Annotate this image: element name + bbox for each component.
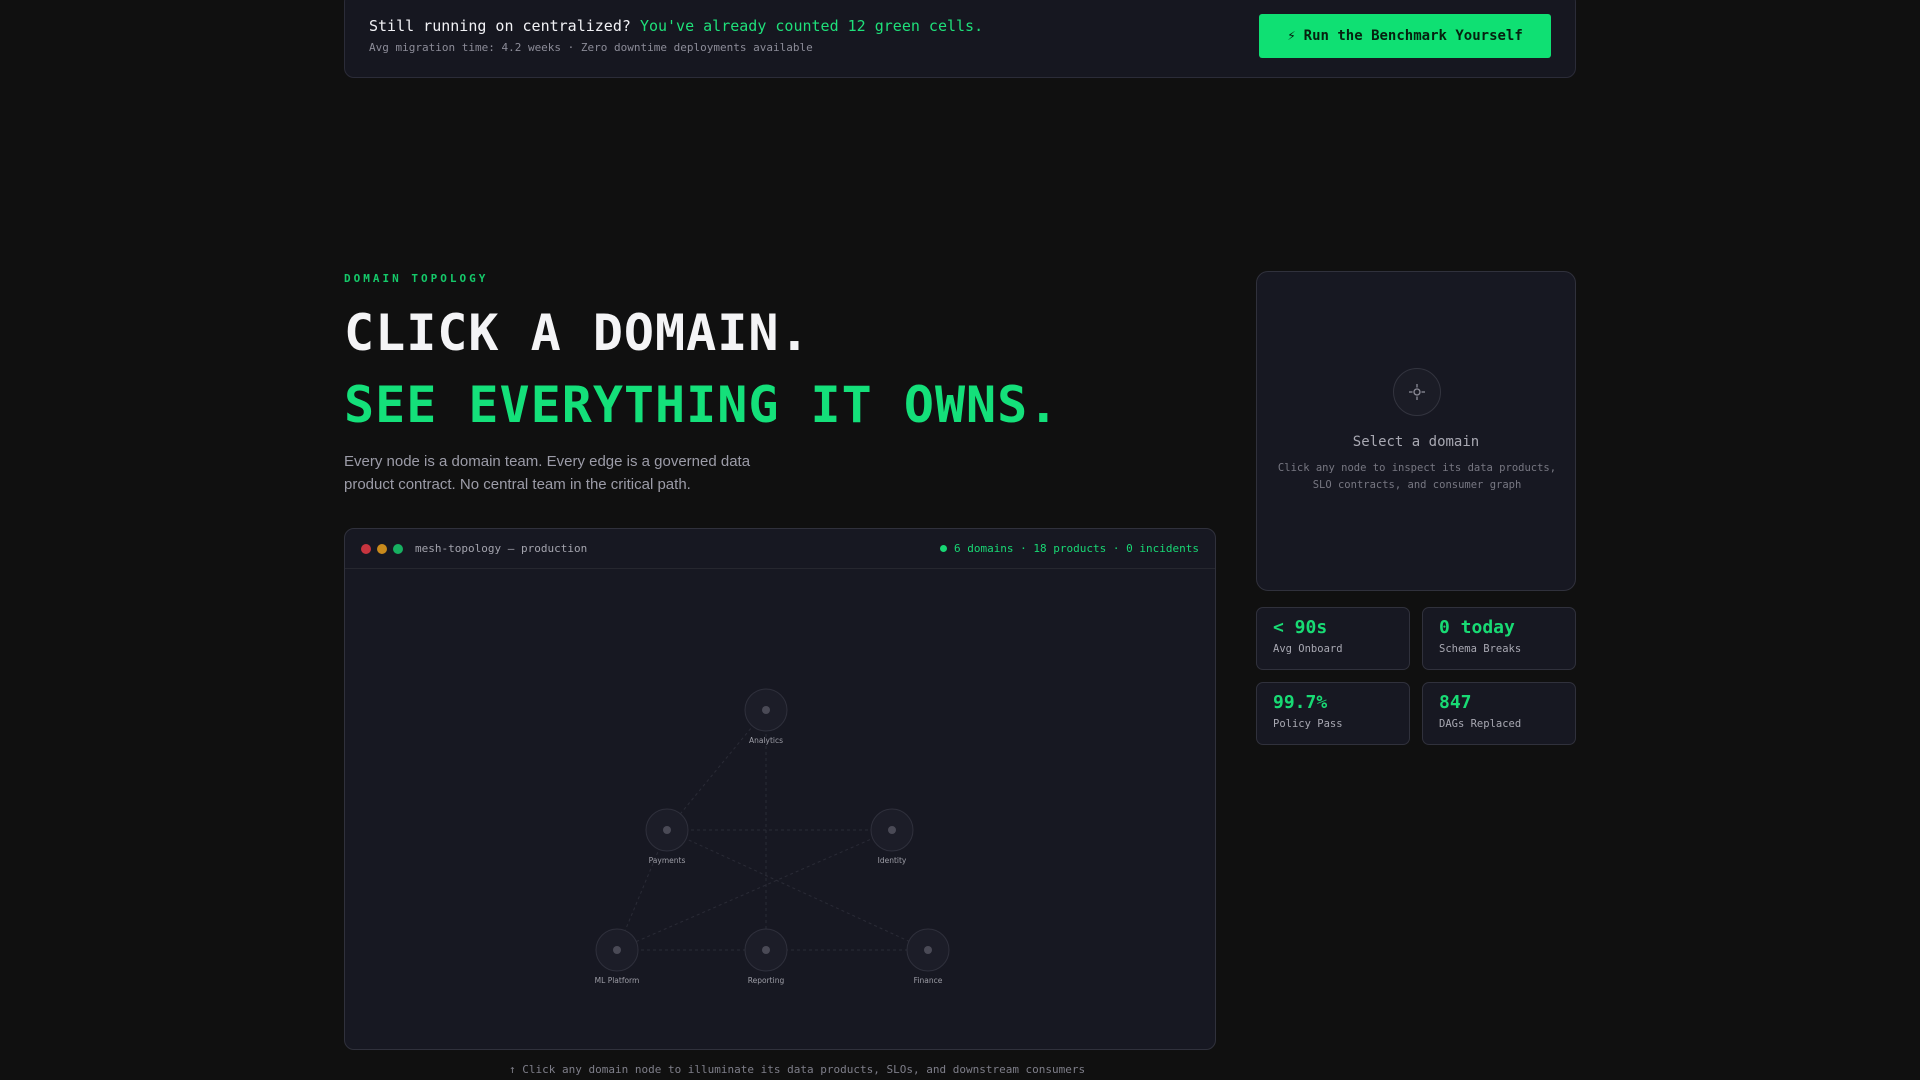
node-core-icon <box>924 946 932 954</box>
topology-graph: Analytics Payments Identity ML Platform … <box>595 688 950 985</box>
crosshair-icon <box>1393 368 1441 416</box>
headline-primary: CLICK A DOMAIN. <box>344 304 811 362</box>
node-label-identity: Identity <box>878 856 907 865</box>
node-core-icon <box>613 946 621 954</box>
status-live-icon <box>939 545 947 552</box>
node-core-icon <box>663 826 671 834</box>
stat-card-dags-replaced: 847 DAGs Replaced <box>1422 682 1576 745</box>
domain-node-reporting[interactable]: Reporting <box>744 928 788 985</box>
domain-node-payments[interactable]: Payments <box>645 808 689 865</box>
cta-title-accent: You've already counted 12 green cells. <box>639 17 984 35</box>
node-core-icon <box>762 946 770 954</box>
edge-analytics-payments <box>666 709 767 831</box>
stat-label: DAGs Replaced <box>1439 718 1522 730</box>
topology-hint: ↑ Click any domain node to illuminate it… <box>509 1063 1086 1076</box>
domain-node-ml-platform[interactable]: ML Platform <box>595 928 640 985</box>
stat-card-policy-pass: 99.7% Policy Pass <box>1256 682 1410 745</box>
stat-label: Schema Breaks <box>1439 643 1522 655</box>
topology-status: 6 domains · 18 products · 0 incidents <box>939 542 1199 555</box>
inspector-description: Click any node to inspect its data produ… <box>1277 462 1557 491</box>
node-label-ml-platform: ML Platform <box>595 976 640 985</box>
stat-card-avg-onboard: < 90s Avg Onboard <box>1256 607 1410 670</box>
window-minimize-dot[interactable] <box>377 544 387 554</box>
headline-accent: SEE EVERYTHING IT OWNS. <box>344 376 1060 434</box>
stat-card-schema-breaks: 0 today Schema Breaks <box>1422 607 1576 670</box>
stat-value: 99.7% <box>1273 692 1328 713</box>
node-core-icon <box>762 706 770 714</box>
hero-description: Every node is a domain team. Every edge … <box>344 453 751 493</box>
stat-value: 0 today <box>1439 617 1515 638</box>
topology-status-text: 6 domains · 18 products · 0 incidents <box>953 542 1199 555</box>
node-label-reporting: Reporting <box>748 976 785 985</box>
run-benchmark-label: Run the Benchmark Yourself <box>1303 28 1523 44</box>
inspector-title: Select a domain <box>1352 434 1480 450</box>
run-benchmark-button[interactable]: ⚡ Run the Benchmark Yourself <box>1259 14 1551 58</box>
cta-subtitle: Avg migration time: 4.2 weeks · Zero dow… <box>369 41 813 54</box>
domain-inspector-panel: Select a domain Click any node to inspec… <box>1256 271 1576 591</box>
stat-value: < 90s <box>1273 617 1328 638</box>
cta-title-prefix: Still running on centralized? <box>369 17 631 35</box>
topology-window: mesh-topology — production 6 domains · 1… <box>344 528 1216 1050</box>
node-label-analytics: Analytics <box>749 736 783 745</box>
node-core-icon <box>888 826 896 834</box>
window-title: mesh-topology — production <box>415 542 588 555</box>
domain-node-finance[interactable]: Finance <box>906 928 950 985</box>
stat-label: Avg Onboard <box>1273 643 1343 655</box>
node-label-payments: Payments <box>649 856 686 865</box>
domain-node-identity[interactable]: Identity <box>870 808 914 865</box>
cta-title: Still running on centralized? You've alr… <box>369 17 983 35</box>
section-eyebrow: DOMAIN TOPOLOGY <box>344 272 489 285</box>
node-label-finance: Finance <box>914 976 943 985</box>
stat-label: Policy Pass <box>1273 718 1343 730</box>
cta-banner: Still running on centralized? You've alr… <box>344 0 1576 78</box>
window-header: mesh-topology — production 6 domains · 1… <box>345 529 1215 569</box>
window-maximize-dot[interactable] <box>393 544 403 554</box>
stat-value: 847 <box>1439 692 1472 713</box>
lightning-icon: ⚡ <box>1287 28 1296 44</box>
window-close-dot[interactable] <box>361 544 371 554</box>
domain-node-analytics[interactable]: Analytics <box>744 688 788 745</box>
